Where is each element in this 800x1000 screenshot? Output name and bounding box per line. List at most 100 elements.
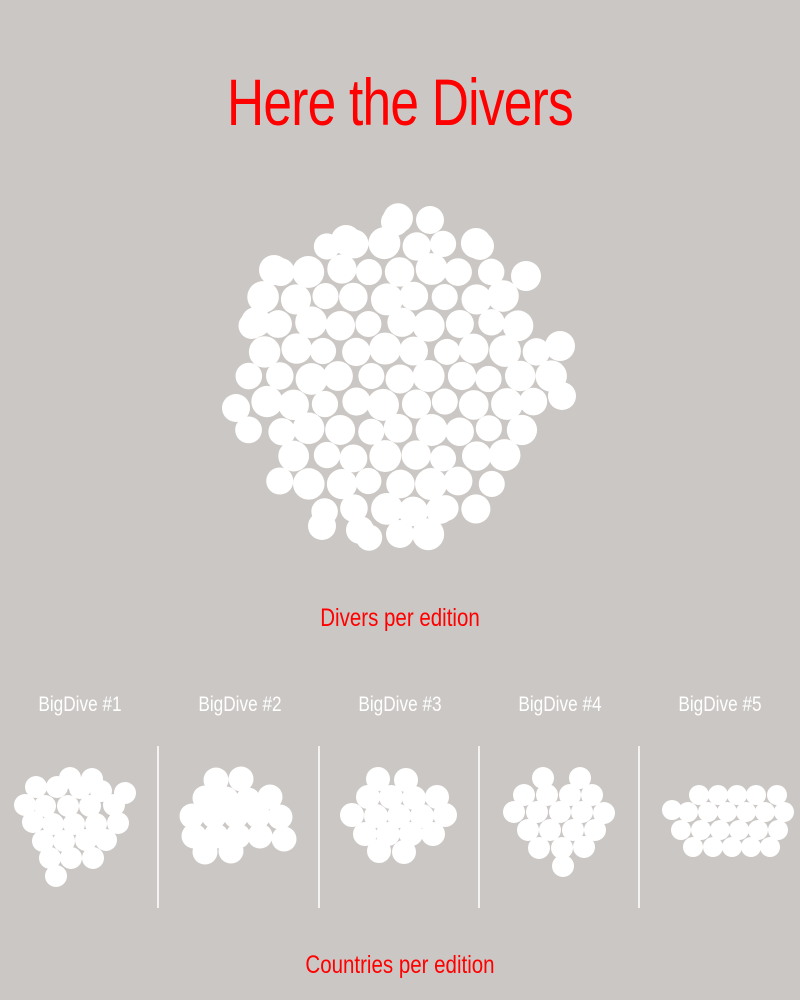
bubble <box>313 441 341 469</box>
bubble <box>342 337 371 367</box>
bubble <box>311 498 338 525</box>
bubble <box>683 837 703 857</box>
bubble <box>339 229 369 259</box>
edition-bigdive-1: BigDive #1 <box>0 688 160 910</box>
bubble <box>504 360 536 392</box>
bubble <box>370 283 403 316</box>
bubble <box>430 445 457 472</box>
bubble <box>251 385 283 418</box>
bubble <box>241 307 271 337</box>
bubble <box>426 496 454 524</box>
bubble <box>308 512 336 540</box>
bubble <box>475 415 502 442</box>
bubble <box>461 494 491 524</box>
bubble <box>355 259 382 286</box>
bubble <box>415 413 448 446</box>
bubble <box>402 232 431 261</box>
bubble <box>339 444 368 473</box>
bubble <box>736 802 756 822</box>
bubble <box>552 855 574 877</box>
bubble <box>312 283 339 310</box>
bubble <box>760 837 780 857</box>
bubble <box>768 820 788 840</box>
bubble <box>433 338 461 365</box>
bubble <box>447 361 477 391</box>
countries-bubble-cluster <box>503 767 615 877</box>
bubble <box>727 785 747 805</box>
bubble <box>488 439 521 472</box>
bubble <box>387 307 417 337</box>
bubble <box>247 281 279 313</box>
bubble <box>717 802 737 822</box>
bubble <box>368 227 401 260</box>
bubble <box>487 280 519 312</box>
bubble <box>722 837 742 857</box>
bubble <box>369 332 402 365</box>
bubble <box>401 440 431 470</box>
bubble <box>415 468 448 501</box>
bubble <box>741 837 761 857</box>
bubble <box>381 208 409 236</box>
bubble <box>266 467 294 495</box>
bubble <box>327 254 357 284</box>
bubble <box>95 829 117 851</box>
bubble <box>412 309 445 342</box>
bubble <box>412 360 445 392</box>
bubble <box>309 337 337 365</box>
bubble <box>331 225 361 255</box>
bubble <box>281 333 312 364</box>
bubble <box>358 362 385 390</box>
bubble <box>325 310 356 341</box>
bubble <box>355 524 383 551</box>
bubble <box>415 253 448 285</box>
bubble <box>386 520 414 548</box>
bubble <box>429 230 457 257</box>
countries-bubble-cluster <box>662 785 794 857</box>
bubble <box>392 840 416 864</box>
bubble <box>458 333 489 364</box>
bubble <box>355 467 382 495</box>
bubble <box>445 309 474 338</box>
bubble <box>22 811 44 833</box>
bubble <box>746 785 766 805</box>
bubble <box>383 203 413 233</box>
countries-bubble-cluster <box>340 767 457 864</box>
bubble <box>238 312 265 339</box>
bubble <box>511 261 541 291</box>
bubble <box>703 837 723 857</box>
edition-bigdive-4: BigDive #4 <box>480 688 640 910</box>
bubble <box>271 826 297 852</box>
bubble <box>548 382 576 410</box>
bubble <box>755 802 775 822</box>
bubble <box>519 387 548 416</box>
bubble <box>502 310 534 342</box>
bubble <box>545 331 575 361</box>
bubble <box>399 336 428 366</box>
bubble <box>292 412 325 445</box>
bubble <box>326 468 358 500</box>
bubble <box>192 839 218 865</box>
bubble <box>421 822 445 846</box>
bubble <box>398 496 429 527</box>
bubble <box>522 338 551 366</box>
bubble <box>475 365 502 393</box>
bubble <box>295 306 328 339</box>
bubble <box>313 233 340 260</box>
edition-bigdive-2: BigDive #2 <box>160 688 320 910</box>
bubble <box>45 865 67 887</box>
bubble <box>369 440 402 472</box>
bubble <box>401 389 432 419</box>
bubble <box>82 847 104 869</box>
bubble <box>573 836 595 858</box>
edition-divider <box>157 746 159 908</box>
countries-bubble-cluster <box>179 766 297 865</box>
bubble <box>367 839 391 863</box>
bubble <box>506 414 538 446</box>
bubble <box>443 466 473 496</box>
bubble <box>325 414 356 445</box>
bubble <box>371 492 403 525</box>
bubble <box>278 389 309 421</box>
bubble <box>248 336 281 368</box>
bubble <box>432 495 459 522</box>
bubble <box>466 232 494 260</box>
